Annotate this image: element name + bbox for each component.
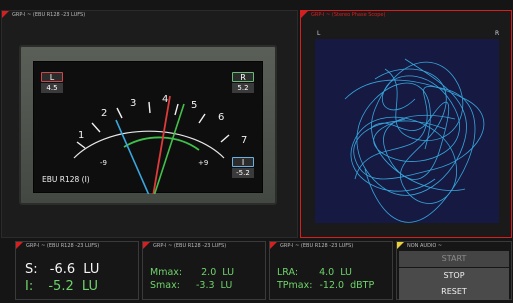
vu-meter-bezel: 1 2 3 4 5 6 7 -9 +9 L 4.5 R 5.2 I -5.2 E…	[19, 45, 277, 205]
vu-scale-low: -9	[100, 159, 107, 167]
smax-row: Smax: -3.3 LU	[150, 280, 232, 291]
lra-value: 4.0	[319, 267, 335, 278]
vu-scale-5: 5	[191, 100, 198, 111]
lra-label: LRA:	[277, 267, 299, 278]
panel-marker-icon	[270, 242, 277, 249]
lra-row: LRA: 4.0 LU	[277, 267, 352, 278]
right-channel-value: 5.2	[232, 83, 254, 93]
scope-right-label: R	[495, 30, 500, 37]
vu-scale-arc	[73, 130, 225, 159]
tpmax-unit: dBTP	[350, 280, 375, 291]
vu-meter-panel: GRP-I ~ (EBU R128 -23 LUFS) 1 2 3 4 5 6 …	[1, 10, 298, 238]
lra-unit: LU	[340, 267, 352, 278]
left-channel-box: L 4.5	[41, 72, 63, 93]
vu-scale-2: 2	[101, 108, 108, 119]
start-button[interactable]: START	[399, 251, 509, 267]
tpmax-label: TPmax:	[277, 280, 313, 291]
integrated-row-label: I:	[25, 279, 34, 294]
scope-left-label: L	[317, 30, 321, 37]
smax-label: Smax:	[150, 280, 180, 291]
scope-display	[315, 39, 499, 223]
vu-scale-6: 6	[218, 112, 225, 123]
vu-scale-3: 3	[130, 98, 137, 109]
vu-scale-7: 7	[241, 135, 248, 146]
mmax-unit: LU	[222, 267, 235, 278]
vu-meter-name: EBU R128 (I)	[42, 175, 90, 184]
smax-unit: LU	[220, 280, 233, 291]
loudness-si-panel: GRP-I ~ (EBU R128 -23 LUFS) S: -6.6 LU I…	[15, 241, 139, 300]
loudness-range-panel: GRP-I ~ (EBU R128 -23 LUFS) LRA: 4.0 LU …	[269, 241, 393, 300]
integrated-row: I: -5.2 LU	[25, 279, 98, 294]
loudness-max-panel: GRP-I ~ (EBU R128 -23 LUFS) Mmax: 2.0 LU…	[142, 241, 266, 300]
right-channel-box: R 5.2	[232, 72, 254, 93]
panel-marker-icon	[397, 242, 404, 249]
panel-title: GRP-I ~ (EBU R128 -23 LUFS)	[26, 243, 100, 249]
tpmax-row: TPmax: -12.0 dBTP	[277, 280, 374, 291]
short-term-value: -6.6	[49, 262, 76, 277]
panel-title: NON AUDIO ~	[407, 243, 443, 249]
integrated-row-unit: LU	[81, 279, 98, 294]
short-term-row: S: -6.6 LU	[25, 262, 99, 277]
integrated-value: -5.2	[232, 168, 254, 178]
stop-button[interactable]: STOP	[399, 268, 509, 284]
integrated-box: I -5.2	[232, 157, 254, 178]
left-channel-label: L	[41, 72, 63, 82]
panel-title: GRP-I ~ (EBU R128 -23 LUFS)	[153, 243, 227, 249]
panel-title: GRP-I ~ (Stereo Phase Scope)	[311, 12, 386, 18]
smax-value: -3.3	[195, 280, 215, 291]
reset-button[interactable]: RESET	[399, 284, 509, 300]
left-channel-value: 4.5	[41, 83, 63, 93]
panel-title: GRP-I ~ (EBU R128 -23 LUFS)	[12, 12, 86, 18]
needle-red	[152, 95, 171, 194]
mmax-label: Mmax:	[150, 267, 183, 278]
integrated-label: I	[232, 157, 254, 167]
panel-marker-icon	[2, 11, 9, 18]
vu-meter-face: 1 2 3 4 5 6 7 -9 +9 L 4.5 R 5.2 I -5.2 E…	[33, 61, 263, 194]
mmax-value: 2.0	[201, 267, 217, 278]
phase-scope-panel: GRP-I ~ (Stereo Phase Scope) L R	[300, 10, 512, 238]
scope-trace	[344, 58, 485, 223]
integrated-row-value: -5.2	[48, 279, 74, 294]
tpmax-value: -12.0	[319, 280, 345, 291]
vu-scale-4: 4	[162, 94, 169, 105]
panel-marker-icon	[301, 11, 308, 18]
panel-marker-icon	[143, 242, 150, 249]
controls-panel: NON AUDIO ~ START STOP RESET	[396, 241, 512, 300]
panel-title: GRP-I ~ (EBU R128 -23 LUFS)	[280, 243, 354, 249]
short-term-label: S:	[25, 262, 38, 277]
short-term-unit: LU	[83, 262, 100, 277]
panel-marker-icon	[16, 242, 23, 249]
vu-scale-1: 1	[78, 130, 85, 141]
right-channel-label: R	[232, 72, 254, 82]
needle-green	[153, 103, 185, 194]
mmax-row: Mmax: 2.0 LU	[150, 267, 234, 278]
vu-scale-high: +9	[198, 159, 209, 167]
